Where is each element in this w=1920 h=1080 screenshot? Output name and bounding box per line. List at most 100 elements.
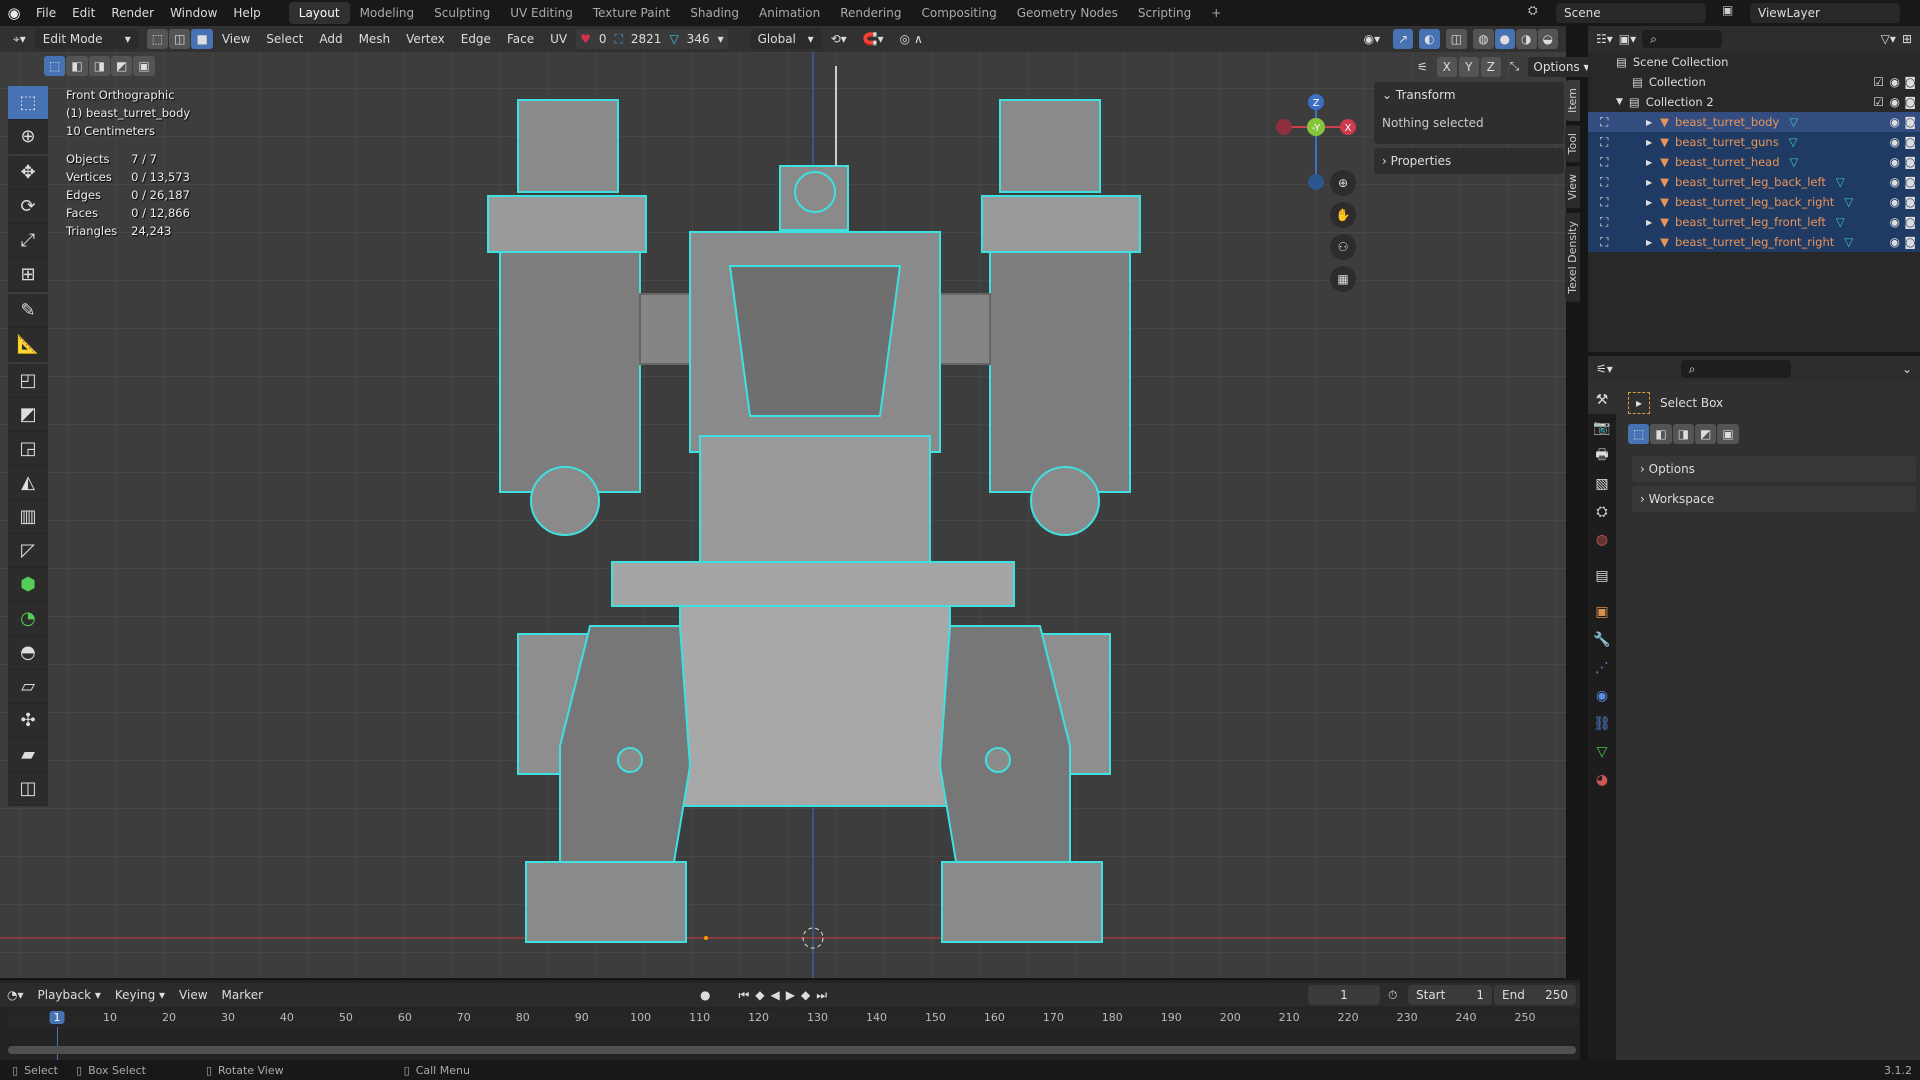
select-box-tool[interactable]: ⬚: [8, 86, 48, 120]
menu-window[interactable]: Window: [162, 6, 225, 20]
smooth-tool[interactable]: ◓: [8, 636, 48, 670]
outliner-collection-2[interactable]: ▼ ▤ Collection 2 ☑ ◉ ◙: [1588, 92, 1920, 112]
edit-mode-icon[interactable]: ⛶: [1600, 115, 1608, 130]
edit-mode-icon[interactable]: ⛶: [1600, 215, 1608, 230]
bevel-tool[interactable]: ◭: [8, 466, 48, 500]
scene-selector[interactable]: Scene: [1556, 3, 1706, 23]
select-invert-mode[interactable]: ◩: [111, 56, 133, 76]
camera-icon[interactable]: ◙: [1904, 195, 1916, 209]
keying-menu[interactable]: Keying ▾: [108, 985, 172, 1005]
editor-type-icon[interactable]: ⚟▾: [1596, 362, 1613, 376]
filter-view-icon[interactable]: ▣▾: [1619, 32, 1636, 46]
menu-edit[interactable]: Edit: [64, 6, 103, 20]
select-extend-mode[interactable]: ◧: [1650, 424, 1672, 444]
eye-icon[interactable]: ◉: [1890, 235, 1900, 249]
start-frame-field[interactable]: Start 1: [1408, 985, 1492, 1005]
poly-build-tool[interactable]: ⬢: [8, 568, 48, 602]
menu-mesh[interactable]: Mesh: [352, 29, 398, 49]
expand-right-icon[interactable]: ▶: [1646, 198, 1652, 207]
select-invert-mode[interactable]: ◩: [1695, 424, 1717, 444]
outliner-object-row[interactable]: ⛶ ▶ ▼ beast_turret_leg_back_left ▽ ◉ ◙: [1588, 172, 1920, 192]
menu-view[interactable]: View: [215, 29, 257, 49]
view-layer-icon[interactable]: ▣: [1722, 3, 1746, 23]
auto-merge-icon[interactable]: ⤡: [1503, 56, 1527, 77]
view-layer-tab-icon[interactable]: ▧: [1588, 470, 1616, 498]
physics-tab-icon[interactable]: ◉: [1588, 682, 1616, 710]
edit-mode-icon[interactable]: ⛶: [1600, 175, 1608, 190]
next-keyframe-icon[interactable]: ◆: [801, 988, 810, 1002]
tab-modeling[interactable]: Modeling: [350, 2, 425, 24]
zoom-view-icon[interactable]: ⊕: [1330, 170, 1356, 196]
render-tab-icon[interactable]: 📷: [1588, 414, 1616, 442]
expand-right-icon[interactable]: ▶: [1646, 238, 1652, 247]
view-menu[interactable]: View: [172, 985, 214, 1005]
workspace-section[interactable]: › Workspace: [1632, 486, 1916, 512]
menu-edge[interactable]: Edge: [454, 29, 498, 49]
camera-icon[interactable]: ◙: [1904, 75, 1916, 89]
edit-mode-icon[interactable]: ⛶: [1600, 235, 1608, 250]
scale-tool[interactable]: ⤢: [8, 224, 48, 258]
tab-view[interactable]: View: [1565, 166, 1580, 209]
play-icon[interactable]: ▶: [786, 988, 795, 1002]
vertex-select-mode[interactable]: ⬚: [146, 29, 169, 49]
eye-icon[interactable]: ◉: [1890, 135, 1900, 149]
tab-uv-editing[interactable]: UV Editing: [500, 2, 583, 24]
eye-icon[interactable]: ◉: [1890, 175, 1900, 189]
tool-tab-icon[interactable]: ⚒: [1588, 386, 1616, 414]
edit-mode-icon[interactable]: ⛶: [1600, 195, 1608, 210]
tab-item[interactable]: Item: [1565, 80, 1580, 122]
display-mode-icon[interactable]: ☷▾: [1596, 32, 1613, 46]
xray-toggle[interactable]: ◫: [1445, 29, 1468, 49]
eye-icon[interactable]: ◉: [1890, 115, 1900, 129]
tab-compositing[interactable]: Compositing: [911, 2, 1006, 24]
camera-icon[interactable]: ◙: [1904, 155, 1916, 169]
select-subtract-mode[interactable]: ◨: [88, 56, 111, 76]
ortho-grid-icon[interactable]: ▦: [1330, 266, 1356, 292]
proportional-edit-icon[interactable]: ◎ ∧: [893, 29, 930, 49]
wireframe-shading[interactable]: ◍: [1473, 29, 1494, 49]
eye-icon[interactable]: ◉: [1890, 95, 1900, 109]
camera-icon[interactable]: ◙: [1904, 175, 1916, 189]
constraints-tab-icon[interactable]: ⛓: [1588, 710, 1616, 738]
gizmo-toggle[interactable]: ↗: [1393, 29, 1414, 49]
edit-mode-icon[interactable]: ⛶: [1600, 155, 1608, 170]
outliner-object-row[interactable]: ⛶ ▶ ▼ beast_turret_body ▽ ◉ ◙: [1588, 112, 1920, 132]
tab-geometry-nodes[interactable]: Geometry Nodes: [1007, 2, 1128, 24]
tab-shading[interactable]: Shading: [680, 2, 749, 24]
current-frame-field[interactable]: 1: [1308, 985, 1380, 1005]
extrude-tool[interactable]: ◩: [8, 398, 48, 432]
outliner-search-input[interactable]: ⌕: [1642, 30, 1723, 48]
select-new-mode[interactable]: ⬚: [44, 56, 66, 76]
expand-right-icon[interactable]: ▶: [1646, 218, 1652, 227]
overlay-toggle[interactable]: ◐: [1419, 29, 1440, 49]
camera-icon[interactable]: ◙: [1904, 135, 1916, 149]
data-tab-icon[interactable]: ▽: [1588, 738, 1616, 766]
editor-type-icon[interactable]: ⌖▾: [6, 29, 33, 50]
rip-tool[interactable]: ◫: [8, 772, 48, 806]
prev-keyframe-icon[interactable]: ◆: [755, 988, 764, 1002]
playback-menu[interactable]: Playback ▾: [31, 985, 108, 1005]
select-subtract-mode[interactable]: ◨: [1672, 424, 1695, 444]
modifier-tab-icon[interactable]: 🔧: [1588, 626, 1616, 654]
mirror-x[interactable]: X: [1436, 56, 1457, 77]
mesh-data-icon[interactable]: ▽: [1789, 135, 1798, 149]
annotate-tool[interactable]: ✎: [8, 294, 48, 328]
expand-down-icon[interactable]: ▼: [1616, 97, 1623, 107]
record-icon[interactable]: ●: [700, 988, 710, 1002]
add-workspace-button[interactable]: +: [1201, 2, 1231, 24]
scene-icon[interactable]: ⛭: [1528, 3, 1552, 23]
outliner-scene-collection[interactable]: ▤ Scene Collection: [1588, 52, 1920, 72]
outliner-object-row[interactable]: ⛶ ▶ ▼ beast_turret_guns ▽ ◉ ◙: [1588, 132, 1920, 152]
solid-shading[interactable]: ●: [1494, 29, 1516, 49]
knife-tool[interactable]: ◸: [8, 534, 48, 568]
properties-search-input[interactable]: ⌕: [1680, 360, 1791, 378]
eye-icon[interactable]: ◉: [1890, 215, 1900, 229]
outliner-collection[interactable]: ▤ Collection ☑ ◉ ◙: [1588, 72, 1920, 92]
select-intersect-mode[interactable]: ▣: [133, 56, 155, 76]
output-tab-icon[interactable]: 🖶: [1588, 442, 1616, 470]
transform-panel[interactable]: ⌄ Transform Nothing selected: [1374, 82, 1564, 144]
menu-select[interactable]: Select: [259, 29, 310, 49]
mode-selector[interactable]: Edit Mode ▾: [34, 29, 139, 49]
end-frame-field[interactable]: End 250: [1494, 985, 1576, 1005]
measure-tool[interactable]: 📐: [8, 328, 48, 362]
